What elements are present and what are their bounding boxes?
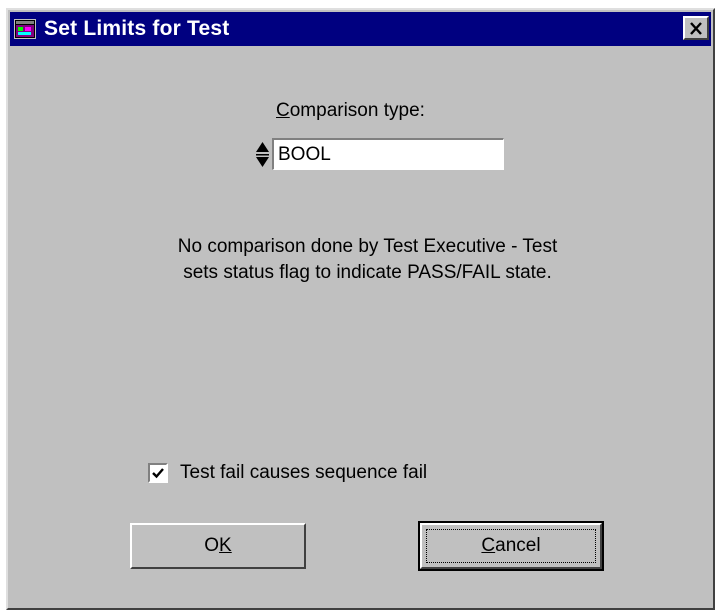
ok-button[interactable]: OK — [130, 523, 306, 569]
close-icon — [690, 21, 702, 35]
fail-sequence-checkbox[interactable] — [148, 463, 168, 483]
description-line-1: No comparison done by Test Executive - T… — [177, 236, 558, 257]
comparison-type-label: Comparison type: — [276, 100, 425, 122]
window-title: Set Limits for Test — [44, 17, 230, 40]
dialog-body: Comparison type: BOOL No comparison done… — [10, 48, 711, 606]
close-button[interactable] — [683, 16, 709, 40]
checkmark-icon — [152, 468, 164, 479]
up-down-spinner-icon[interactable] — [254, 141, 271, 169]
app-window-icon[interactable] — [14, 19, 36, 39]
comparison-type-field[interactable]: BOOL — [272, 138, 504, 170]
cancel-button-label-rest: ancel — [495, 535, 541, 556]
set-limits-dialog: Set Limits for Test Comparison type: BOO… — [6, 8, 715, 610]
ok-button-label: OK — [204, 535, 231, 557]
comparison-type-mnemonic: C — [276, 100, 290, 121]
cancel-button[interactable]: Cancel — [418, 521, 604, 571]
ok-button-label-prefix: O — [204, 535, 220, 556]
description-line-2: sets status flag to indicate PASS/FAIL s… — [183, 262, 552, 283]
ok-button-mnemonic: K — [219, 535, 232, 556]
comparison-description: No comparison done by Test Executive - T… — [130, 234, 605, 286]
cancel-button-label: Cancel — [481, 535, 540, 557]
comparison-type-label-text: omparison type: — [289, 100, 425, 121]
title-bar[interactable]: Set Limits for Test — [10, 12, 711, 46]
fail-sequence-label: Test fail causes sequence fail — [180, 462, 428, 483]
fail-sequence-option[interactable]: Test fail causes sequence fail — [148, 462, 427, 484]
cancel-button-mnemonic: C — [481, 535, 496, 556]
